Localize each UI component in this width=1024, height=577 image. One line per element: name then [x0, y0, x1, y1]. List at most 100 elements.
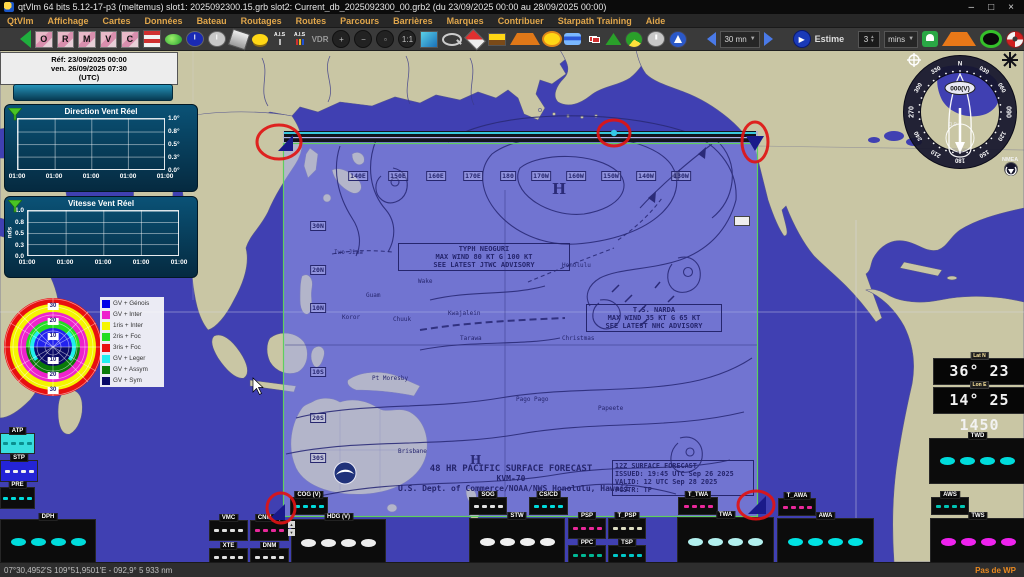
- instrument-twa[interactable]: TWA: [677, 517, 774, 562]
- menu-item-contribuer[interactable]: Contribuer: [491, 16, 551, 26]
- warning-icon[interactable]: [942, 32, 976, 46]
- instrument-hdg[interactable]: HDG (V): [291, 519, 386, 562]
- boat-circle-icon[interactable]: [669, 31, 687, 48]
- instrument-cnm[interactable]: CNM (V): [250, 520, 289, 541]
- zoom-in-icon[interactable]: +: [332, 30, 350, 48]
- instrument-label: STW: [507, 512, 526, 520]
- instrument-tawa[interactable]: T_AWA: [778, 498, 816, 516]
- menu-item-bateau[interactable]: Bateau: [190, 16, 234, 26]
- instrument-tpsp[interactable]: T_PSP: [608, 518, 646, 539]
- value-dash: [1001, 538, 1016, 546]
- play-icon[interactable]: ▶: [793, 30, 811, 48]
- cnm-spinner[interactable]: ▲▼: [288, 521, 295, 536]
- lifebuoy-icon[interactable]: [1006, 31, 1024, 48]
- compass-instrument[interactable]: N030060090120150180210240270300330 000(V…: [902, 50, 1024, 176]
- lighthouse-icon[interactable]: [143, 30, 161, 48]
- instrument-xte[interactable]: XTE: [209, 548, 248, 562]
- clock-icon[interactable]: [647, 31, 665, 47]
- menu-item-marques[interactable]: Marques: [440, 16, 491, 26]
- menu-item-données[interactable]: Données: [138, 16, 190, 26]
- funnel-icon[interactable]: [8, 108, 22, 121]
- nmea-refresh-icon: [1005, 163, 1018, 176]
- menu-item-barrières[interactable]: Barrières: [386, 16, 440, 26]
- chart-thumb-v[interactable]: V: [100, 31, 118, 48]
- bell-icon[interactable]: [922, 31, 938, 47]
- globe-icon[interactable]: [625, 31, 643, 48]
- instrument-dnm[interactable]: DNM: [250, 548, 289, 562]
- legend-item: GV + Assym: [100, 364, 164, 375]
- longitude-display[interactable]: Lon E 14° 25 1450: [933, 387, 1024, 414]
- funnel-icon[interactable]: [8, 200, 22, 213]
- ais-target-icon[interactable]: A.I.S: [272, 30, 288, 48]
- bulb-icon[interactable]: [252, 34, 268, 45]
- time-step-combo[interactable]: 30 mn▼: [720, 31, 759, 48]
- loupe-icon[interactable]: [442, 33, 462, 46]
- grib-ellipse-icon[interactable]: [165, 34, 182, 45]
- maximize-button[interactable]: □: [988, 2, 994, 13]
- instrument-aws[interactable]: AWS: [931, 497, 969, 515]
- marker-icon[interactable]: [488, 33, 506, 46]
- instrument-cscd[interactable]: CS/CD: [529, 497, 568, 515]
- instrument-stp[interactable]: STP: [0, 460, 38, 482]
- map-canvas[interactable]: H H 140E150E160E170E180170W160W150W140W1…: [0, 50, 1024, 562]
- step-back-icon[interactable]: [691, 32, 716, 46]
- instrument-tws[interactable]: TWS: [930, 518, 1024, 562]
- mins-combo[interactable]: mins▼: [884, 31, 918, 48]
- close-button[interactable]: ×: [1008, 2, 1014, 13]
- back-icon[interactable]: [4, 30, 31, 48]
- legend-item: GV + Sym: [100, 375, 164, 386]
- flags-icon[interactable]: [585, 33, 601, 45]
- x-tick: 01:00: [133, 259, 150, 266]
- clock-gray-icon[interactable]: [208, 31, 226, 47]
- instrument-cog[interactable]: COG (V): [290, 497, 328, 515]
- ais-bars-icon[interactable]: A.I.S: [292, 30, 308, 48]
- fax-longitude-label: 130W: [671, 171, 691, 181]
- minimize-button[interactable]: –: [969, 2, 975, 13]
- chart-thumb-o[interactable]: O: [35, 31, 53, 48]
- instrument-twd[interactable]: TWD: [929, 438, 1024, 484]
- menu-item-routages[interactable]: Routages: [234, 16, 289, 26]
- chart-thumb-m[interactable]: M: [78, 31, 96, 48]
- instrument-dph[interactable]: DPH: [0, 519, 96, 562]
- value-dash: [621, 527, 626, 530]
- target-icon[interactable]: [980, 30, 1002, 48]
- chart-thumb-c[interactable]: C: [121, 31, 139, 48]
- menu-item-starpath-training[interactable]: Starpath Training: [551, 16, 639, 26]
- menu-item-qtvlm[interactable]: QtVlm: [0, 16, 41, 26]
- menu-item-cartes[interactable]: Cartes: [96, 16, 138, 26]
- fax-place-label: Iwo Jima: [334, 249, 363, 256]
- spinner-arrows-icon[interactable]: ▲▼: [870, 35, 874, 43]
- time-slider[interactable]: [13, 84, 173, 101]
- clock-blue-icon[interactable]: [186, 31, 204, 47]
- zoom-window-icon[interactable]: ▫: [376, 30, 394, 48]
- menu-item-affichage[interactable]: Affichage: [41, 16, 96, 26]
- instrument-pre[interactable]: PRE: [0, 487, 35, 509]
- chart-thumb-r[interactable]: R: [57, 31, 75, 48]
- instrument-tsp[interactable]: TSP: [608, 545, 646, 562]
- instrument-atp[interactable]: ATP: [0, 433, 35, 454]
- fax-longitude-label: 180: [500, 171, 516, 181]
- instrument-psp[interactable]: PSP: [568, 518, 606, 539]
- zoom-out-icon[interactable]: −: [354, 30, 372, 48]
- estime-spinbox[interactable]: 3▲▼: [858, 31, 880, 48]
- recycle-icon[interactable]: [605, 33, 621, 45]
- menu-item-parcours[interactable]: Parcours: [333, 16, 386, 26]
- compass-needle-icon[interactable]: [465, 28, 487, 50]
- vdr-label[interactable]: VDR: [312, 30, 329, 48]
- menu-item-aide[interactable]: Aide: [639, 16, 673, 26]
- instrument-ttwa[interactable]: T_TWA: [678, 497, 718, 515]
- instrument-ppc[interactable]: PPC: [568, 545, 606, 562]
- instrument-sog[interactable]: SOG: [469, 497, 507, 515]
- log-pen-icon[interactable]: [227, 28, 249, 50]
- chart-square-icon[interactable]: [420, 31, 438, 48]
- zoom-one-icon[interactable]: 1:1: [398, 30, 416, 48]
- instrument-awa[interactable]: AWA: [777, 518, 874, 562]
- menu-item-routes[interactable]: Routes: [289, 16, 334, 26]
- instrument-vmc[interactable]: VMC: [209, 520, 248, 541]
- up-arrow-icon[interactable]: [510, 33, 540, 45]
- instrument-stw[interactable]: STW: [469, 518, 565, 562]
- sun-icon[interactable]: [544, 33, 560, 45]
- waves-icon[interactable]: [564, 33, 581, 45]
- legend-swatch: [102, 333, 110, 341]
- step-forward-icon[interactable]: [764, 32, 789, 46]
